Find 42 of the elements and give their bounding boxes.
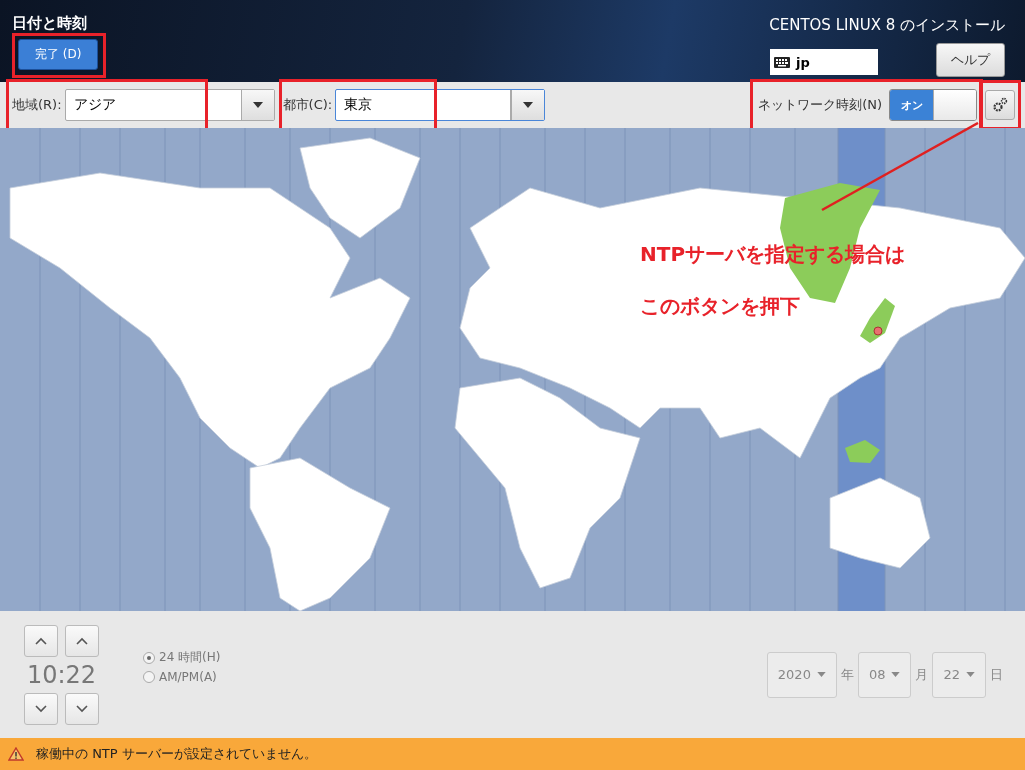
region-dropdown[interactable]: アジア (64, 89, 275, 121)
day-dropdown[interactable]: 22 (932, 651, 986, 698)
caret-icon (891, 672, 901, 677)
world-map-drawing[interactable] (0, 128, 1025, 611)
radio-button[interactable] (143, 671, 155, 683)
help-button[interactable]: ヘルプ (936, 43, 1005, 77)
warning-icon (8, 747, 24, 761)
hour-down-button[interactable] (24, 692, 58, 725)
city-label: 都市(C): (282, 96, 333, 114)
keyboard-layout-text: jp (796, 54, 810, 70)
chevron-down-icon (76, 704, 88, 713)
chevron-down-icon (35, 704, 47, 713)
time-display: 10:22 (26, 660, 97, 689)
product-title: CENTOS LINUX 8 のインストール (769, 16, 1005, 35)
time-format-option[interactable]: AM/PM(A) (143, 670, 221, 684)
month-unit: 月 (915, 665, 929, 684)
month-dropdown[interactable]: 08 (857, 651, 912, 698)
keyboard-icon (774, 56, 790, 68)
city-dropdown[interactable]: 東京 (335, 89, 546, 121)
minute-down-button[interactable] (65, 692, 99, 725)
settings-icon (992, 97, 1008, 113)
network-time-label: ネットワーク時刻(N) (758, 96, 882, 114)
hour-up-button[interactable] (24, 624, 58, 657)
caret-icon (252, 102, 263, 108)
year-dropdown[interactable]: 2020 (766, 651, 837, 698)
radio-button[interactable] (143, 651, 155, 664)
status-message: 稼働中の NTP サーバーが設定されていません。 (36, 745, 317, 763)
done-button[interactable]: 完了 (D) (18, 39, 99, 70)
year-unit: 年 (840, 665, 854, 684)
caret-icon (523, 102, 534, 108)
region-label: 地域(R): (12, 96, 62, 114)
screen-title: 日付と時刻 (12, 14, 88, 33)
caret-icon (966, 672, 975, 677)
chevron-up-icon (35, 636, 47, 645)
time-format-option[interactable]: 24 時間(H) (143, 649, 221, 666)
settings-button[interactable] (985, 90, 1015, 120)
minute-up-button[interactable] (65, 624, 99, 657)
day-unit: 日 (990, 665, 1003, 684)
chevron-up-icon (76, 636, 88, 645)
network-time-toggle[interactable]: オン (889, 89, 977, 121)
caret-icon (816, 672, 826, 677)
keyboard-layout-field[interactable]: jp (770, 49, 878, 75)
